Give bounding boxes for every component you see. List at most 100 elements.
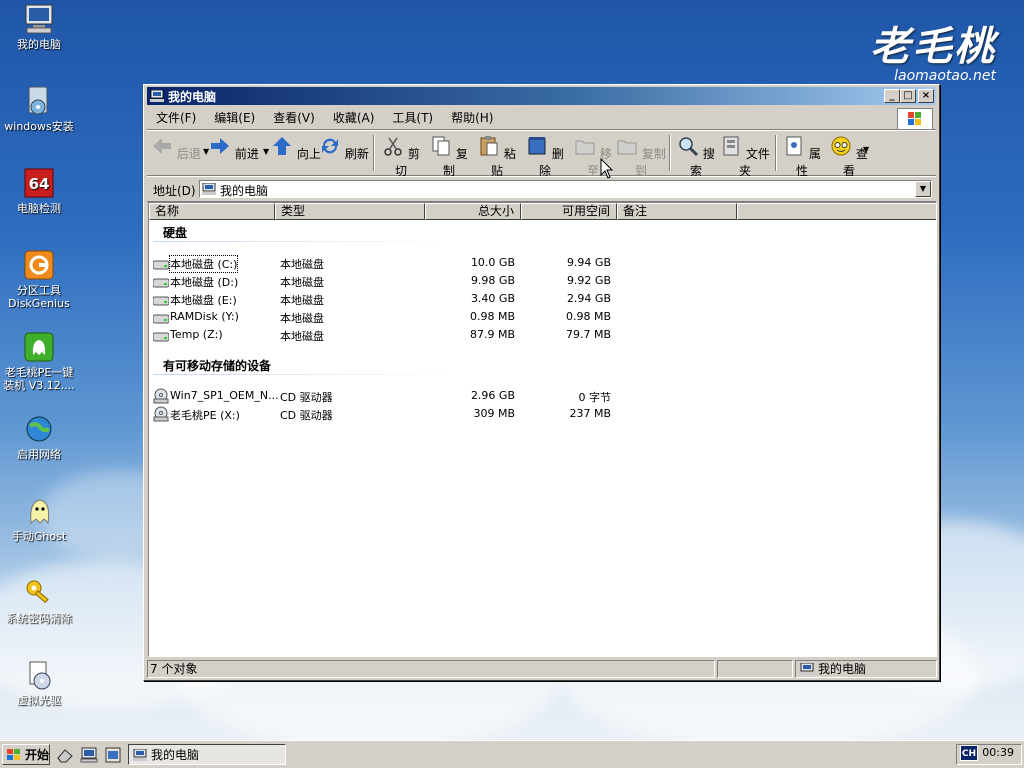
diskgenius-icon [22, 248, 56, 282]
desktop-icon-password-clear[interactable]: 系统密码清除 [0, 576, 78, 625]
table-row[interactable]: RAMDisk (Y:) 本地磁盘 0.98 MB 0.98 MB [149, 308, 619, 326]
column-comment[interactable]: 备注 [617, 203, 737, 220]
desktop-icon-label: 启用网络 [17, 448, 61, 461]
column-name[interactable]: 名称 [149, 203, 275, 220]
arrow-up-icon [273, 137, 292, 155]
menu-tools[interactable]: 工具(T) [383, 108, 442, 128]
desktop-icon-diskgenius[interactable]: 分区工具 DiskGenius [0, 248, 78, 310]
paste-button[interactable]: 粘贴 [473, 133, 521, 178]
minimize-button[interactable]: _ [884, 89, 900, 103]
arrow-right-icon [211, 138, 230, 154]
column-free-space[interactable]: 可用空间 [521, 203, 617, 220]
group-hard-disks: 硬盘 [163, 226, 188, 240]
window-titlebar[interactable]: 我的电脑 _ □ × [147, 87, 936, 105]
mouse-cursor-icon [600, 158, 614, 179]
desktop-icon-my-computer[interactable]: 我的电脑 [0, 2, 78, 51]
desktop-icon-network[interactable]: 启用网络 [0, 412, 78, 461]
quicklaunch-computer-icon[interactable] [80, 746, 98, 764]
delete-button[interactable]: 删除 [521, 133, 569, 178]
desktop-icon-label: 老毛桃PE一键 装机 V3.12.... [3, 366, 75, 392]
chevron-down-icon: ▼ [919, 184, 927, 193]
menu-view[interactable]: 查看(V) [264, 108, 324, 128]
back-dropdown[interactable]: ▼ [199, 133, 209, 173]
installer-ghost-icon [22, 330, 56, 364]
drive-type: 本地磁盘 [280, 330, 324, 343]
forward-dropdown[interactable]: ▼ [259, 133, 269, 173]
table-row[interactable]: 本地磁盘 (D:) 本地磁盘 9.98 GB 9.92 GB [149, 272, 619, 290]
drive-type: 本地磁盘 [280, 312, 324, 325]
drive-type: 本地磁盘 [280, 258, 324, 271]
status-middle [717, 660, 793, 678]
drive-total: 87.9 MB [469, 328, 515, 341]
desktop-icon-oneclick-install[interactable]: 老毛桃PE一键 装机 V3.12.... [0, 330, 78, 392]
drive-name: 老毛桃PE (X:) [170, 409, 240, 422]
menu-help[interactable]: 帮助(H) [442, 108, 502, 128]
start-button[interactable]: 开始 [2, 744, 50, 765]
hard-drive-icon [153, 314, 169, 324]
brand-logo: 老毛桃 laomaotao.net [870, 14, 996, 84]
table-row[interactable]: 本地磁盘 (E:) 本地磁盘 3.40 GB 2.94 GB [149, 290, 619, 308]
drive-type: 本地磁盘 [280, 294, 324, 307]
start-label: 开始 [25, 748, 50, 762]
desktop-icon-label: 我的电脑 [17, 38, 61, 51]
view-dropdown[interactable]: ▼ [859, 131, 870, 171]
desktop-icon-windows-install[interactable]: windows安装 [0, 84, 78, 133]
desktop-icon-pc-test[interactable]: 64 电脑检测 [0, 166, 78, 215]
table-row[interactable]: Temp (Z:) 本地磁盘 87.9 MB 79.7 MB [149, 326, 619, 344]
table-row[interactable]: Win7_SP1_OEM_N... CD 驱动器 2.96 GB 0 字节 [149, 387, 619, 405]
status-count: 7 个对象 [147, 660, 715, 678]
table-row[interactable]: 老毛桃PE (X:) CD 驱动器 309 MB 237 MB [149, 405, 619, 423]
menu-favorites[interactable]: 收藏(A) [324, 108, 384, 128]
folders-button[interactable]: 文件夹 [719, 133, 771, 178]
drive-free: 2.94 GB [566, 292, 611, 305]
drive-total: 2.96 GB [470, 389, 515, 402]
menu-file[interactable]: 文件(F) [147, 108, 205, 128]
quicklaunch-desktop-icon[interactable] [104, 746, 122, 764]
address-input[interactable]: 我的电脑 ▼ [199, 180, 932, 198]
key-icon [22, 576, 56, 610]
properties-icon [786, 136, 802, 156]
drive-free: 0.98 MB [565, 310, 611, 323]
refresh-button[interactable]: 刷新 [319, 133, 369, 173]
table-row[interactable]: 本地磁盘 (C:) 本地磁盘 10.0 GB 9.94 GB [149, 254, 619, 273]
drive-name: RAMDisk (Y:) [170, 310, 239, 323]
drive-total: 3.40 GB [470, 292, 515, 305]
close-button[interactable]: × [918, 89, 934, 103]
clock[interactable]: 00:39 [982, 746, 1014, 759]
up-button[interactable]: 向上 [271, 133, 321, 173]
maximize-button[interactable]: □ [900, 89, 916, 103]
file-list: 名称 类型 总大小 可用空间 备注 硬盘 本地磁盘 (C:) 本地磁盘 10.0… [148, 202, 937, 657]
paste-icon [480, 136, 498, 156]
desktop-icon-label: 分区工具 DiskGenius [8, 284, 70, 310]
copy-to-button[interactable]: 复制到 [615, 133, 667, 178]
cut-button[interactable]: 剪切 [377, 133, 425, 178]
cd-drive-icon [153, 388, 169, 404]
quicklaunch-eraser-icon[interactable] [56, 746, 74, 764]
desktop-icon-virtual-drive[interactable]: 虚拟光驱 [0, 658, 78, 707]
menu-bar: 文件(F) 编辑(E) 查看(V) 收藏(A) 工具(T) 帮助(H) [147, 107, 936, 130]
column-type[interactable]: 类型 [275, 203, 425, 220]
taskbar-item-label: 我的电脑 [151, 748, 200, 762]
search-button[interactable]: 搜索 [673, 133, 719, 178]
menu-edit[interactable]: 编辑(E) [205, 108, 264, 128]
address-dropdown-button[interactable]: ▼ [915, 181, 931, 197]
drive-name: 本地磁盘 (C:) [168, 255, 239, 273]
status-location: 我的电脑 [795, 660, 937, 678]
properties-button[interactable]: 属性 [779, 133, 825, 178]
drive-free: 9.92 GB [566, 274, 611, 287]
view-icon [831, 136, 851, 156]
hard-drive-icon [153, 296, 169, 306]
desktop-icon-label: 系统密码清除 [6, 612, 72, 625]
scissors-icon [384, 137, 402, 156]
windows-logo-icon [897, 108, 933, 130]
column-total-size[interactable]: 总大小 [425, 203, 521, 220]
forward-button[interactable]: 前进 [209, 133, 259, 173]
chevron-down-icon: ▼ [863, 145, 870, 154]
copy-button[interactable]: 复制 [425, 133, 473, 178]
taskbar-item-my-computer[interactable]: 我的电脑 [128, 744, 286, 765]
back-label: 后退 [176, 147, 201, 161]
desktop-icon-ghost[interactable]: 手动Ghost [0, 494, 78, 543]
back-button[interactable]: 后退 [151, 133, 201, 173]
ime-indicator[interactable]: CH [960, 745, 978, 761]
drive-name: Win7_SP1_OEM_N... [170, 389, 279, 402]
